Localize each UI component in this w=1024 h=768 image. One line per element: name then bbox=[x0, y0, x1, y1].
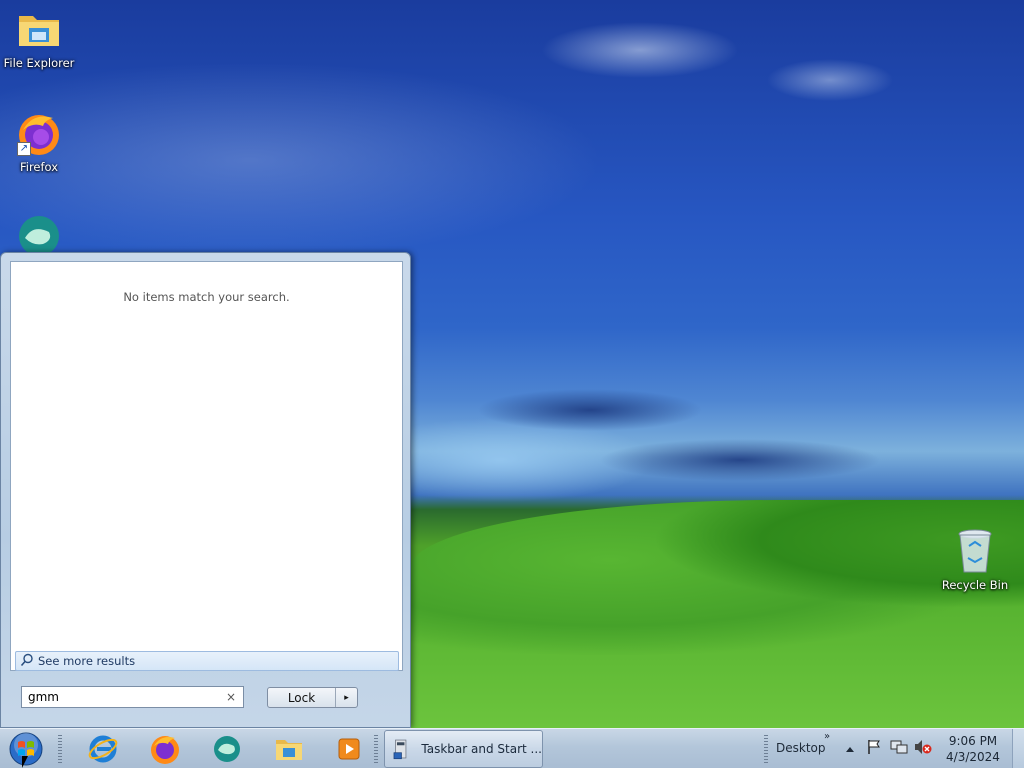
shortcut-arrow-icon: ↗ bbox=[17, 142, 31, 156]
power-options-arrow-icon[interactable]: ▸ bbox=[335, 688, 357, 707]
taskbar-pin-file-explorer[interactable] bbox=[271, 733, 307, 765]
desktop-icon-recycle-bin[interactable]: Recycle Bin bbox=[937, 528, 1013, 592]
recycle-bin-icon bbox=[951, 528, 999, 576]
taskbar-pin-media-player[interactable] bbox=[331, 733, 367, 765]
taskbar-window-title: Taskbar and Start ... bbox=[421, 742, 542, 756]
taskbar-window-button[interactable]: Taskbar and Start ... bbox=[384, 730, 543, 768]
no-results-message: No items match your search. bbox=[123, 290, 290, 304]
volume-muted-icon[interactable] bbox=[914, 739, 932, 758]
see-more-results-link[interactable]: See more results bbox=[15, 651, 399, 671]
folder-icon bbox=[15, 6, 63, 54]
control-panel-window-icon bbox=[393, 739, 407, 760]
file-explorer-icon bbox=[276, 740, 302, 760]
taskbar-pin-firefox[interactable] bbox=[147, 733, 183, 765]
media-player-icon bbox=[338, 738, 360, 760]
desktop-icon-firefox[interactable]: ↗ Firefox bbox=[1, 110, 77, 174]
desktop-icon-label: File Explorer bbox=[3, 56, 75, 70]
show-hidden-icons-arrow-icon[interactable] bbox=[845, 742, 855, 756]
firefox-icon bbox=[151, 736, 179, 764]
toolbar-grip[interactable] bbox=[58, 735, 62, 763]
taskbar: Taskbar and Start ... Desktop » 9:06 PM … bbox=[0, 728, 1024, 768]
toolbar-grip[interactable] bbox=[764, 735, 768, 763]
see-more-label: See more results bbox=[38, 654, 136, 668]
start-menu: No items match your search. See more res… bbox=[0, 252, 411, 728]
start-search-input[interactable]: gmm × bbox=[21, 686, 244, 708]
clock-time: 9:06 PM bbox=[948, 734, 998, 748]
desktop-icon-label: Firefox bbox=[19, 160, 59, 174]
taskbar-pin-internet-explorer[interactable] bbox=[85, 733, 121, 765]
toolbar-grip[interactable] bbox=[374, 735, 378, 763]
clear-search-icon[interactable]: × bbox=[225, 690, 237, 704]
system-clock[interactable]: 9:06 PM 4/3/2024 bbox=[944, 733, 1002, 765]
firefox-icon: ↗ bbox=[15, 110, 63, 158]
magnifier-icon bbox=[20, 653, 34, 670]
lock-button-label: Lock bbox=[287, 690, 316, 705]
mouse-cursor-icon bbox=[22, 756, 28, 768]
lock-button[interactable]: Lock ▸ bbox=[267, 687, 358, 708]
chat-app-icon bbox=[214, 736, 240, 762]
internet-explorer-icon bbox=[88, 735, 118, 763]
action-center-flag-icon[interactable] bbox=[866, 739, 882, 758]
network-icon[interactable] bbox=[890, 739, 908, 758]
toolbar-overflow-chevron-icon[interactable]: » bbox=[824, 731, 830, 742]
clock-date: 4/3/2024 bbox=[946, 750, 1000, 764]
show-desktop-button[interactable] bbox=[1012, 729, 1024, 768]
search-results-pane: No items match your search. See more res… bbox=[10, 261, 403, 671]
wallpaper-hills bbox=[410, 500, 1024, 728]
desktop-icon-label: Recycle Bin bbox=[941, 578, 1009, 592]
taskbar-pin-chat-app[interactable] bbox=[209, 733, 245, 765]
wallpaper-clouds bbox=[410, 380, 1024, 510]
search-input-value: gmm bbox=[28, 690, 59, 704]
desktop-toolbar-label[interactable]: Desktop bbox=[776, 741, 826, 755]
desktop-icon-file-explorer[interactable]: File Explorer bbox=[1, 6, 77, 70]
